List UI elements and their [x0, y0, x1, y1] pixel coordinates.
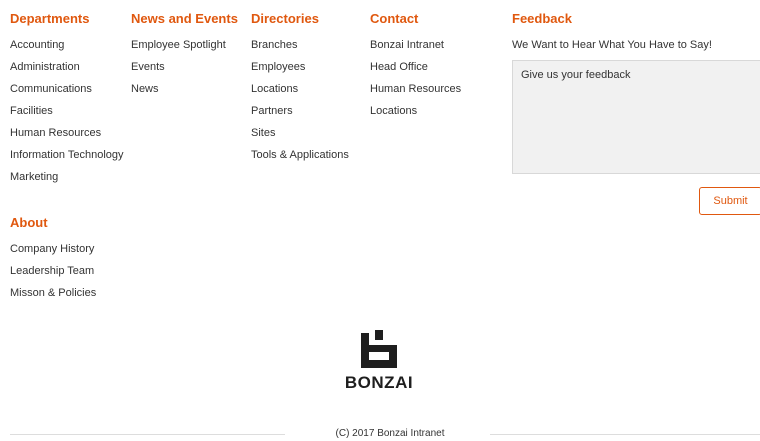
link-mission-policies[interactable]: Misson & Policies	[10, 282, 125, 304]
link-contact-locations[interactable]: Locations	[370, 100, 490, 122]
feedback-textarea[interactable]	[512, 60, 760, 174]
footer-divider-left	[10, 434, 285, 435]
contact-heading: Contact	[370, 11, 419, 26]
link-employee-spotlight[interactable]: Employee Spotlight	[131, 34, 246, 56]
departments-column: Departments Accounting Administration Co…	[10, 10, 125, 188]
link-partners[interactable]: Partners	[251, 100, 366, 122]
bonzai-wordmark: BONZAI	[344, 373, 414, 392]
link-sites[interactable]: Sites	[251, 122, 366, 144]
directories-column: Directories Branches Employees Locations…	[251, 10, 366, 166]
link-leadership-team[interactable]: Leadership Team	[10, 260, 125, 282]
link-contact-human-resources[interactable]: Human Resources	[370, 78, 490, 100]
link-marketing[interactable]: Marketing	[10, 166, 125, 188]
feedback-heading: Feedback	[512, 11, 572, 26]
contact-list: Bonzai Intranet Head Office Human Resour…	[370, 34, 490, 122]
contact-column: Contact Bonzai Intranet Head Office Huma…	[370, 10, 490, 122]
link-tools-applications[interactable]: Tools & Applications	[251, 144, 366, 166]
departments-heading: Departments	[10, 11, 90, 26]
link-human-resources[interactable]: Human Resources	[10, 122, 125, 144]
link-head-office[interactable]: Head Office	[370, 56, 490, 78]
site-footer: Departments Accounting Administration Co…	[0, 0, 760, 441]
link-communications[interactable]: Communications	[10, 78, 125, 100]
about-heading: About	[10, 215, 48, 230]
directories-list: Branches Employees Locations Partners Si…	[251, 34, 366, 166]
link-accounting[interactable]: Accounting	[10, 34, 125, 56]
bonzai-logo[interactable]: BONZAI	[339, 330, 419, 393]
link-information-technology[interactable]: Information Technology	[10, 144, 125, 166]
link-news[interactable]: News	[131, 78, 246, 100]
link-branches[interactable]: Branches	[251, 34, 366, 56]
copyright-text: (C) 2017 Bonzai Intranet	[335, 428, 445, 439]
directories-heading: Directories	[251, 11, 319, 26]
feedback-prompt: We Want to Hear What You Have to Say!	[512, 39, 712, 51]
link-company-history[interactable]: Company History	[10, 238, 125, 260]
news-events-column: News and Events Employee Spotlight Event…	[131, 10, 246, 100]
link-locations[interactable]: Locations	[251, 78, 366, 100]
about-column: About Company History Leadership Team Mi…	[10, 214, 125, 304]
link-events[interactable]: Events	[131, 56, 246, 78]
link-administration[interactable]: Administration	[10, 56, 125, 78]
link-facilities[interactable]: Facilities	[10, 100, 125, 122]
about-list: Company History Leadership Team Misson &…	[10, 238, 125, 304]
submit-button[interactable]: Submit	[699, 187, 760, 215]
news-events-list: Employee Spotlight Events News	[131, 34, 246, 100]
news-events-heading: News and Events	[131, 11, 238, 26]
feedback-column: Feedback We Want to Hear What You Have t…	[512, 10, 760, 56]
link-employees[interactable]: Employees	[251, 56, 366, 78]
bonzai-logo-icon	[361, 330, 397, 368]
footer-divider-right	[490, 434, 760, 435]
departments-list: Accounting Administration Communications…	[10, 34, 125, 188]
link-bonzai-intranet[interactable]: Bonzai Intranet	[370, 34, 490, 56]
